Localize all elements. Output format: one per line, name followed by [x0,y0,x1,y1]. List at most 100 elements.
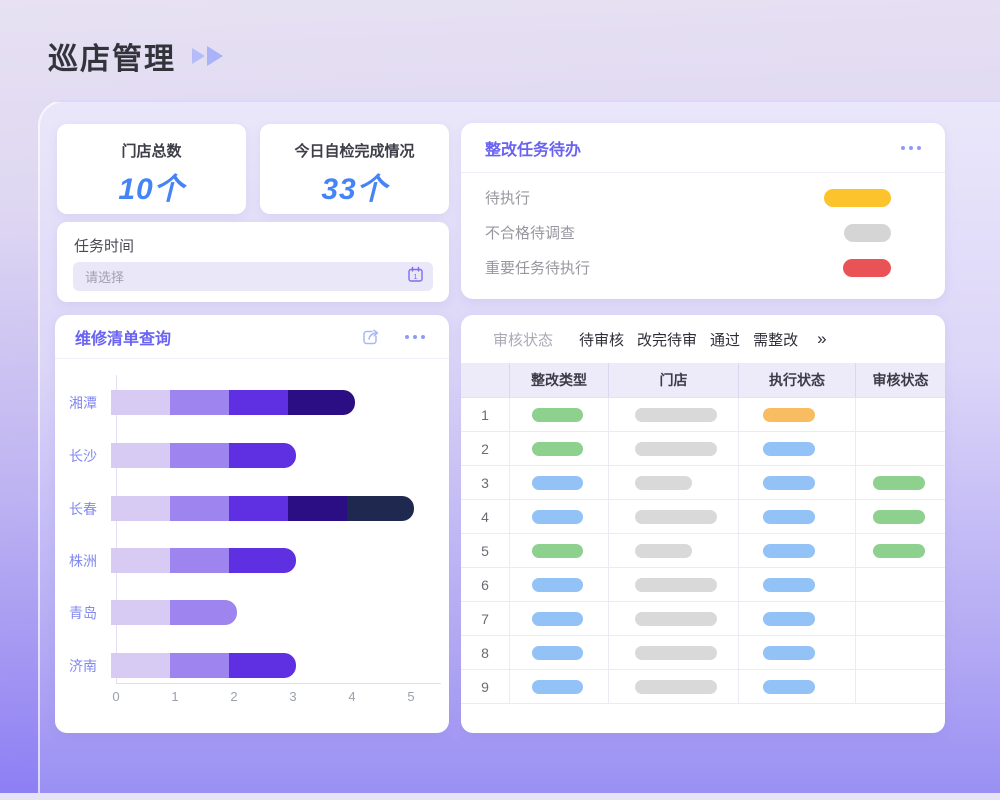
chevron-double-right-icon[interactable]: » [817,329,826,349]
x-axis-tick: 1 [163,689,187,704]
stat-label: 门店总数 [57,140,246,161]
chart-x-axis [116,683,441,684]
x-axis-tick: 3 [281,689,305,704]
exec-status-pill [763,510,815,524]
bar-segment [111,390,170,415]
todo-card-title: 整改任务待办 [485,136,581,160]
todo-card-header: 整改任务待办 [461,123,945,173]
x-axis-tick: 5 [399,689,423,704]
svg-text:1: 1 [413,272,417,281]
todo-count-pill [843,259,891,277]
exec-status-pill [763,442,815,456]
todo-item[interactable]: 不合格待调查 [461,215,945,250]
store-pill [635,578,717,592]
todo-item-label: 不合格待调查 [485,222,575,243]
stacked-bar[interactable] [111,496,414,521]
row-index: 6 [461,568,509,601]
stacked-bar[interactable] [111,653,296,678]
chart-category-label: 株洲 [55,551,111,571]
bar-segment [229,390,288,415]
stat-value: 33个 [260,164,449,208]
calendar-icon[interactable]: 1 [407,266,424,288]
chart-bar-row: 湘潭 [55,390,355,415]
store-pill [635,612,717,626]
filter-option-passed[interactable]: 通过 [710,329,740,350]
bar-segment [111,600,170,625]
filter-label: 审核状态 [493,329,553,350]
row-index: 3 [461,466,509,499]
store-pill [635,510,717,524]
table-row[interactable]: 6 [461,568,945,602]
stat-card-self-check: 今日自检完成情况 33个 [260,124,449,214]
table-row[interactable]: 3 [461,466,945,500]
repair-list-title: 维修清单查询 [75,325,171,349]
stacked-bar[interactable] [111,390,355,415]
chart-category-label: 长沙 [55,446,111,466]
row-index: 2 [461,432,509,465]
ellipsis-icon[interactable] [897,146,921,150]
chart-category-label: 长春 [55,499,111,519]
review-status-filter: 审核状态 待审核 改完待审 通过 需整改 » [461,315,945,363]
bar-segment [347,496,414,521]
stat-value: 10个 [57,164,246,208]
ellipsis-icon[interactable] [401,335,425,339]
chart-bar-row: 济南 [55,653,296,678]
exec-status-pill [763,544,815,558]
play-icon [207,46,223,66]
row-index: 5 [461,534,509,567]
todo-count-pill [844,224,891,242]
todo-item-label: 重要任务待执行 [485,257,590,278]
table-row[interactable]: 9 [461,670,945,704]
filter-option-rereview[interactable]: 改完待审 [637,329,697,350]
table-row[interactable]: 2 [461,432,945,466]
chart-bar-row: 长春 [55,496,414,521]
table-row[interactable]: 4 [461,500,945,534]
row-index: 1 [461,398,509,431]
table-row[interactable]: 8 [461,636,945,670]
todo-item-label: 待执行 [485,187,530,208]
bar-segment [170,443,229,468]
bar-segment [229,653,296,678]
todo-item[interactable]: 待执行 [461,180,945,215]
review-status-pill [873,544,925,558]
stacked-bar[interactable] [111,548,296,573]
table-row[interactable]: 1 [461,398,945,432]
share-icon[interactable] [361,327,381,347]
exec-status-pill [763,408,815,422]
filter-option-pending[interactable]: 待审核 [579,329,624,350]
stat-card-total-stores: 门店总数 10个 [57,124,246,214]
table-header-row: 整改类型 门店 执行状态 审核状态 [461,363,945,398]
bar-segment [229,548,296,573]
todo-card: 整改任务待办 待执行不合格待调查重要任务待执行 [461,123,945,299]
task-time-input[interactable]: 请选择 1 [73,262,433,291]
stacked-bar[interactable] [111,443,296,468]
type-status-pill [532,408,583,422]
task-time-placeholder: 请选择 [85,267,124,286]
row-index: 7 [461,602,509,635]
todo-item[interactable]: 重要任务待执行 [461,250,945,285]
todo-count-pill [824,189,891,207]
type-status-pill [532,510,583,524]
double-play-icon [192,46,223,66]
column-header [461,363,509,397]
stacked-bar[interactable] [111,600,237,625]
store-pill [635,408,717,422]
exec-status-pill [763,612,815,626]
chart-bar-row: 青岛 [55,600,237,625]
table-row[interactable]: 5 [461,534,945,568]
column-header-type: 整改类型 [509,363,608,397]
review-table-card: 审核状态 待审核 改完待审 通过 需整改 » 整改类型 门店 执行状态 审核状态… [461,315,945,733]
chart-category-label: 济南 [55,656,111,676]
type-status-pill [532,646,583,660]
task-time-card: 任务时间 请选择 1 [57,222,449,302]
bottom-strip [0,793,1000,800]
store-pill [635,476,692,490]
bar-segment [170,390,229,415]
repair-bar-chart: 湘潭长沙长春株洲青岛济南012345 [55,367,449,733]
type-status-pill [532,442,583,456]
exec-status-pill [763,578,815,592]
review-status-pill [873,476,925,490]
exec-status-pill [763,476,815,490]
filter-option-rework[interactable]: 需整改 [753,329,798,350]
table-row[interactable]: 7 [461,602,945,636]
